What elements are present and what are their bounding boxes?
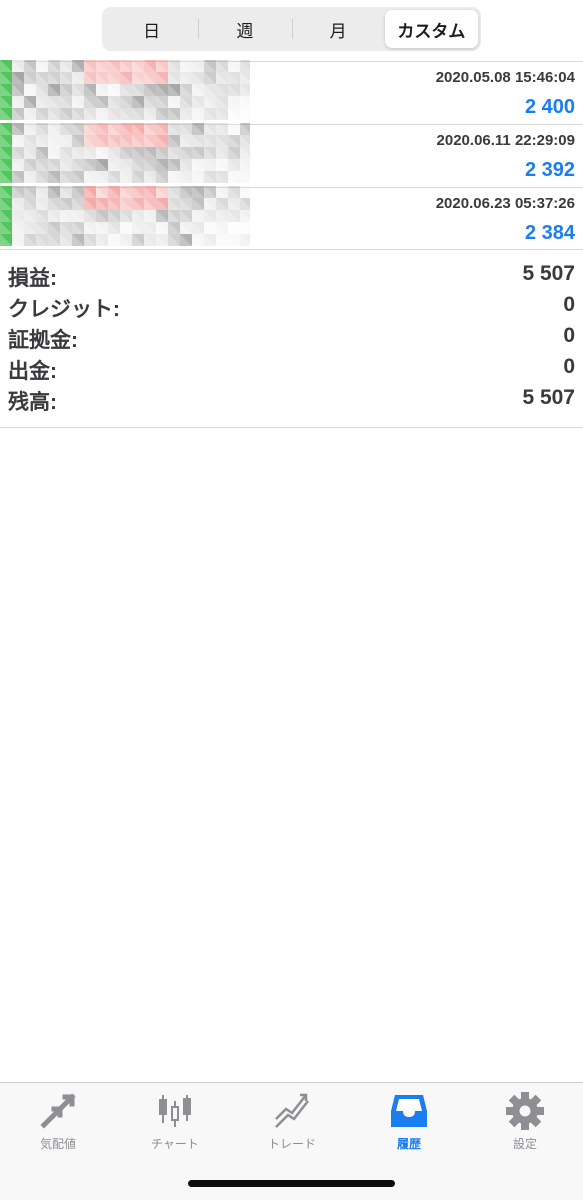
deal-row[interactable]: 2020.06.11 22:29:09 2 392	[0, 123, 583, 187]
deal-row[interactable]: 2020.05.08 15:46:04 2 400	[0, 60, 583, 124]
settings-gear-icon	[506, 1092, 544, 1130]
candlestick-chart-icon	[159, 1095, 191, 1127]
summary-value: 0	[563, 324, 575, 347]
summary-row-profit: 損益: 5 507	[0, 260, 583, 291]
tab-label: 設定	[512, 1137, 537, 1151]
tab-trade[interactable]: トレード	[242, 1091, 342, 1151]
tab-chart[interactable]: チャート	[125, 1091, 225, 1151]
tab-label: チャート	[151, 1137, 199, 1151]
period-tab-week[interactable]: 週	[198, 10, 291, 48]
quotes-arrows-icon	[40, 1093, 76, 1129]
tab-label: トレード	[267, 1137, 316, 1151]
deal-profit: 2 384	[524, 222, 575, 244]
history-inbox-icon	[391, 1095, 427, 1127]
pixelated-symbol-redaction	[0, 123, 250, 183]
tab-quotes[interactable]: 気配値	[8, 1091, 108, 1151]
period-segmented-control: 日 週 月 カスタム	[102, 7, 481, 51]
pixelated-symbol-redaction	[0, 60, 250, 120]
account-summary: 損益: 5 507 クレジット: 0 証拠金: 0 出金: 0 残高: 5 50…	[0, 260, 583, 428]
deal-date: 2020.06.23 05:37:26	[435, 195, 575, 212]
summary-row-balance: 残高: 5 507	[0, 384, 583, 415]
summary-label: 損益:	[8, 267, 57, 290]
summary-row-withdrawal: 出金: 0	[0, 353, 583, 384]
summary-value: 0	[563, 355, 575, 378]
summary-row-credit: クレジット: 0	[0, 291, 583, 322]
deal-list: 2020.05.08 15:46:04 2 400 2020.06.11 22:…	[0, 60, 583, 250]
deal-date: 2020.05.08 15:46:04	[435, 69, 575, 86]
period-tab-day[interactable]: 日	[105, 10, 198, 48]
deal-date: 2020.06.11 22:29:09	[436, 132, 575, 149]
deal-row[interactable]: 2020.06.23 05:37:26 2 384	[0, 186, 583, 250]
deal-profit: 2 400	[524, 96, 575, 118]
home-indicator	[188, 1180, 395, 1187]
summary-value: 5 507	[522, 386, 575, 409]
tab-label: 気配値	[39, 1137, 76, 1151]
summary-value: 0	[563, 293, 575, 316]
tab-label: 履歴	[396, 1137, 421, 1151]
period-tab-custom[interactable]: カスタム	[384, 10, 478, 48]
tab-settings[interactable]: 設定	[475, 1091, 575, 1151]
summary-label: クレジット:	[8, 298, 120, 321]
summary-value: 5 507	[522, 262, 575, 285]
pixelated-symbol-redaction	[0, 186, 250, 246]
period-tab-month[interactable]: 月	[291, 10, 385, 48]
tab-history[interactable]: 履歴	[359, 1091, 459, 1151]
summary-label: 残高:	[8, 391, 57, 414]
deal-profit: 2 392	[524, 159, 575, 181]
summary-label: 証拠金:	[8, 329, 78, 352]
trade-trend-icon	[275, 1093, 309, 1128]
summary-row-deposit: 証拠金: 0	[0, 322, 583, 353]
summary-label: 出金:	[8, 360, 57, 383]
